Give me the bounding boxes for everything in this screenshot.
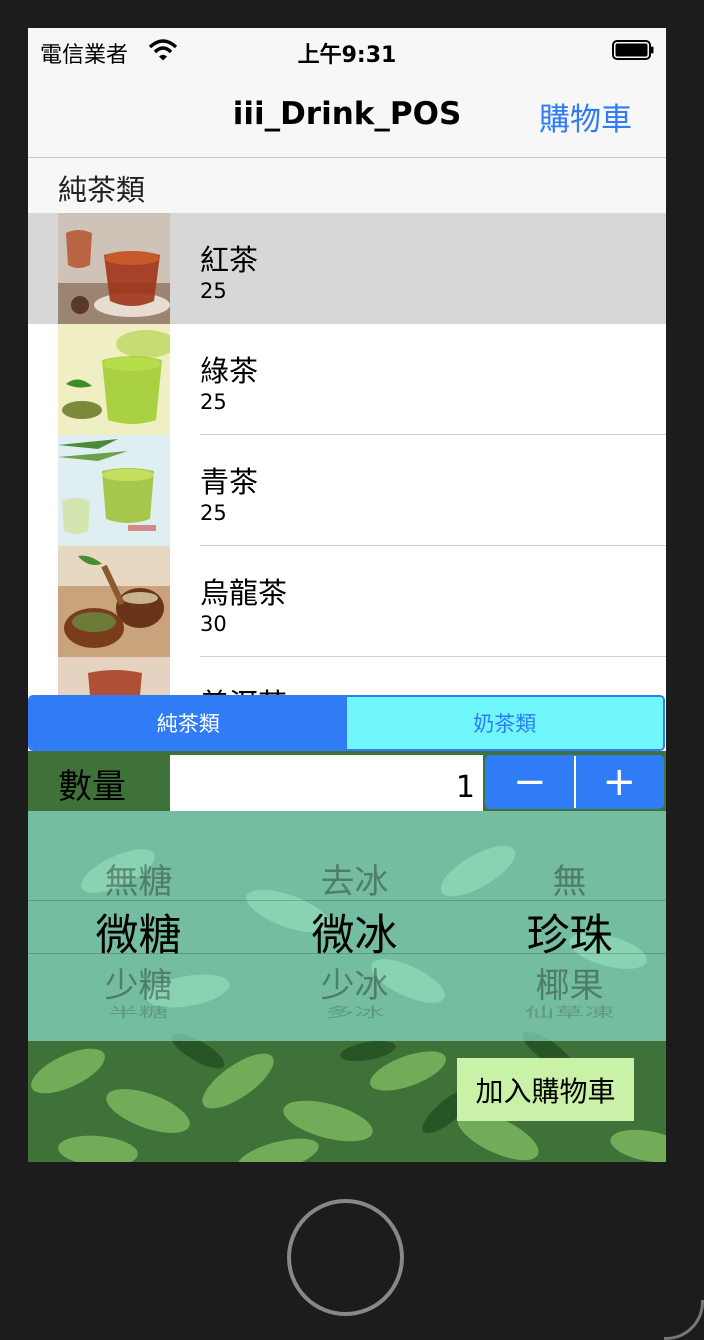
options-panel: 數量 1 − + 無糖 微糖 少糖 半糖 去冰 微冰 少冰 多冰 無 珍珠 椰果… <box>28 751 666 1162</box>
device-corner <box>664 1300 704 1340</box>
topping-picker-column[interactable]: 無 珍珠 椰果 仙草凍 <box>463 811 666 1041</box>
battery-icon <box>612 40 654 60</box>
clock: 上午9:31 <box>297 43 397 68</box>
status-bar: 電信業者 上午9:31 <box>28 28 666 74</box>
table-row[interactable]: 烏龍茶 30 <box>28 546 666 657</box>
picker-option[interactable]: 無糖 <box>32 854 245 903</box>
drink-name: 青茶 <box>200 465 259 499</box>
section-title: 純茶類 <box>58 173 146 207</box>
navigation-bar: iii_Drink_POS 購物車 <box>28 74 666 158</box>
decrement-button[interactable]: − <box>486 756 574 808</box>
table-row[interactable]: 紅茶 25 <box>28 213 666 324</box>
home-button[interactable] <box>287 1199 404 1316</box>
table-row[interactable]: 青茶 25 <box>28 435 666 546</box>
drink-name: 烏龍茶 <box>200 576 288 610</box>
green-tea-thumbnail <box>58 324 170 435</box>
picker-option-selected[interactable]: 微糖 <box>32 901 245 963</box>
quantity-label: 數量 <box>58 767 126 807</box>
drink-name: 綠茶 <box>200 354 259 388</box>
picker-option-selected[interactable]: 微冰 <box>248 901 461 963</box>
segment-pure-tea[interactable]: 純茶類 <box>30 697 347 749</box>
picker-option[interactable]: 仙草凍 <box>463 1001 666 1021</box>
increment-button[interactable]: + <box>576 756 664 808</box>
picker-option[interactable]: 椰果 <box>463 958 666 1007</box>
drink-price: 25 <box>200 501 227 525</box>
drink-table: 紅茶 25 綠茶 25 青茶 25 烏龍茶 30 <box>28 213 666 768</box>
picker-option[interactable]: 去冰 <box>248 854 461 903</box>
sugar-picker-column[interactable]: 無糖 微糖 少糖 半糖 <box>32 811 245 1041</box>
green-oolong-thumbnail <box>58 435 170 546</box>
table-row[interactable]: 綠茶 25 <box>28 324 666 435</box>
black-tea-thumbnail <box>58 213 170 324</box>
ice-picker-column[interactable]: 去冰 微冰 少冰 多冰 <box>248 811 461 1041</box>
section-header: 純茶類 <box>28 158 666 213</box>
picker-option-selected[interactable]: 珍珠 <box>463 901 666 963</box>
picker-option[interactable]: 多冰 <box>248 1001 461 1021</box>
drink-price: 25 <box>200 279 227 303</box>
drink-price: 30 <box>200 612 227 636</box>
picker-option[interactable]: 半糖 <box>32 1001 245 1021</box>
picker-option[interactable]: 無 <box>463 854 666 903</box>
oolong-thumbnail <box>58 546 170 657</box>
picker-option[interactable]: 少冰 <box>248 958 461 1007</box>
picker-option[interactable]: 少糖 <box>32 958 245 1007</box>
segment-milk-tea[interactable]: 奶茶類 <box>346 697 663 749</box>
category-segmented-control: 純茶類 奶茶類 <box>28 695 665 751</box>
drink-name: 紅茶 <box>200 243 259 277</box>
screen: 電信業者 上午9:31 iii_Drink_POS 購物車 純茶類 紅茶 25 … <box>28 28 666 1162</box>
cart-button[interactable]: 購物車 <box>539 94 632 139</box>
quantity-stepper: − + <box>485 755 664 809</box>
add-to-cart-button[interactable]: 加入購物車 <box>457 1058 634 1121</box>
drink-price: 25 <box>200 390 227 414</box>
quantity-field[interactable]: 1 <box>170 755 483 811</box>
options-picker[interactable]: 無糖 微糖 少糖 半糖 去冰 微冰 少冰 多冰 無 珍珠 椰果 仙草凍 <box>28 811 666 1041</box>
